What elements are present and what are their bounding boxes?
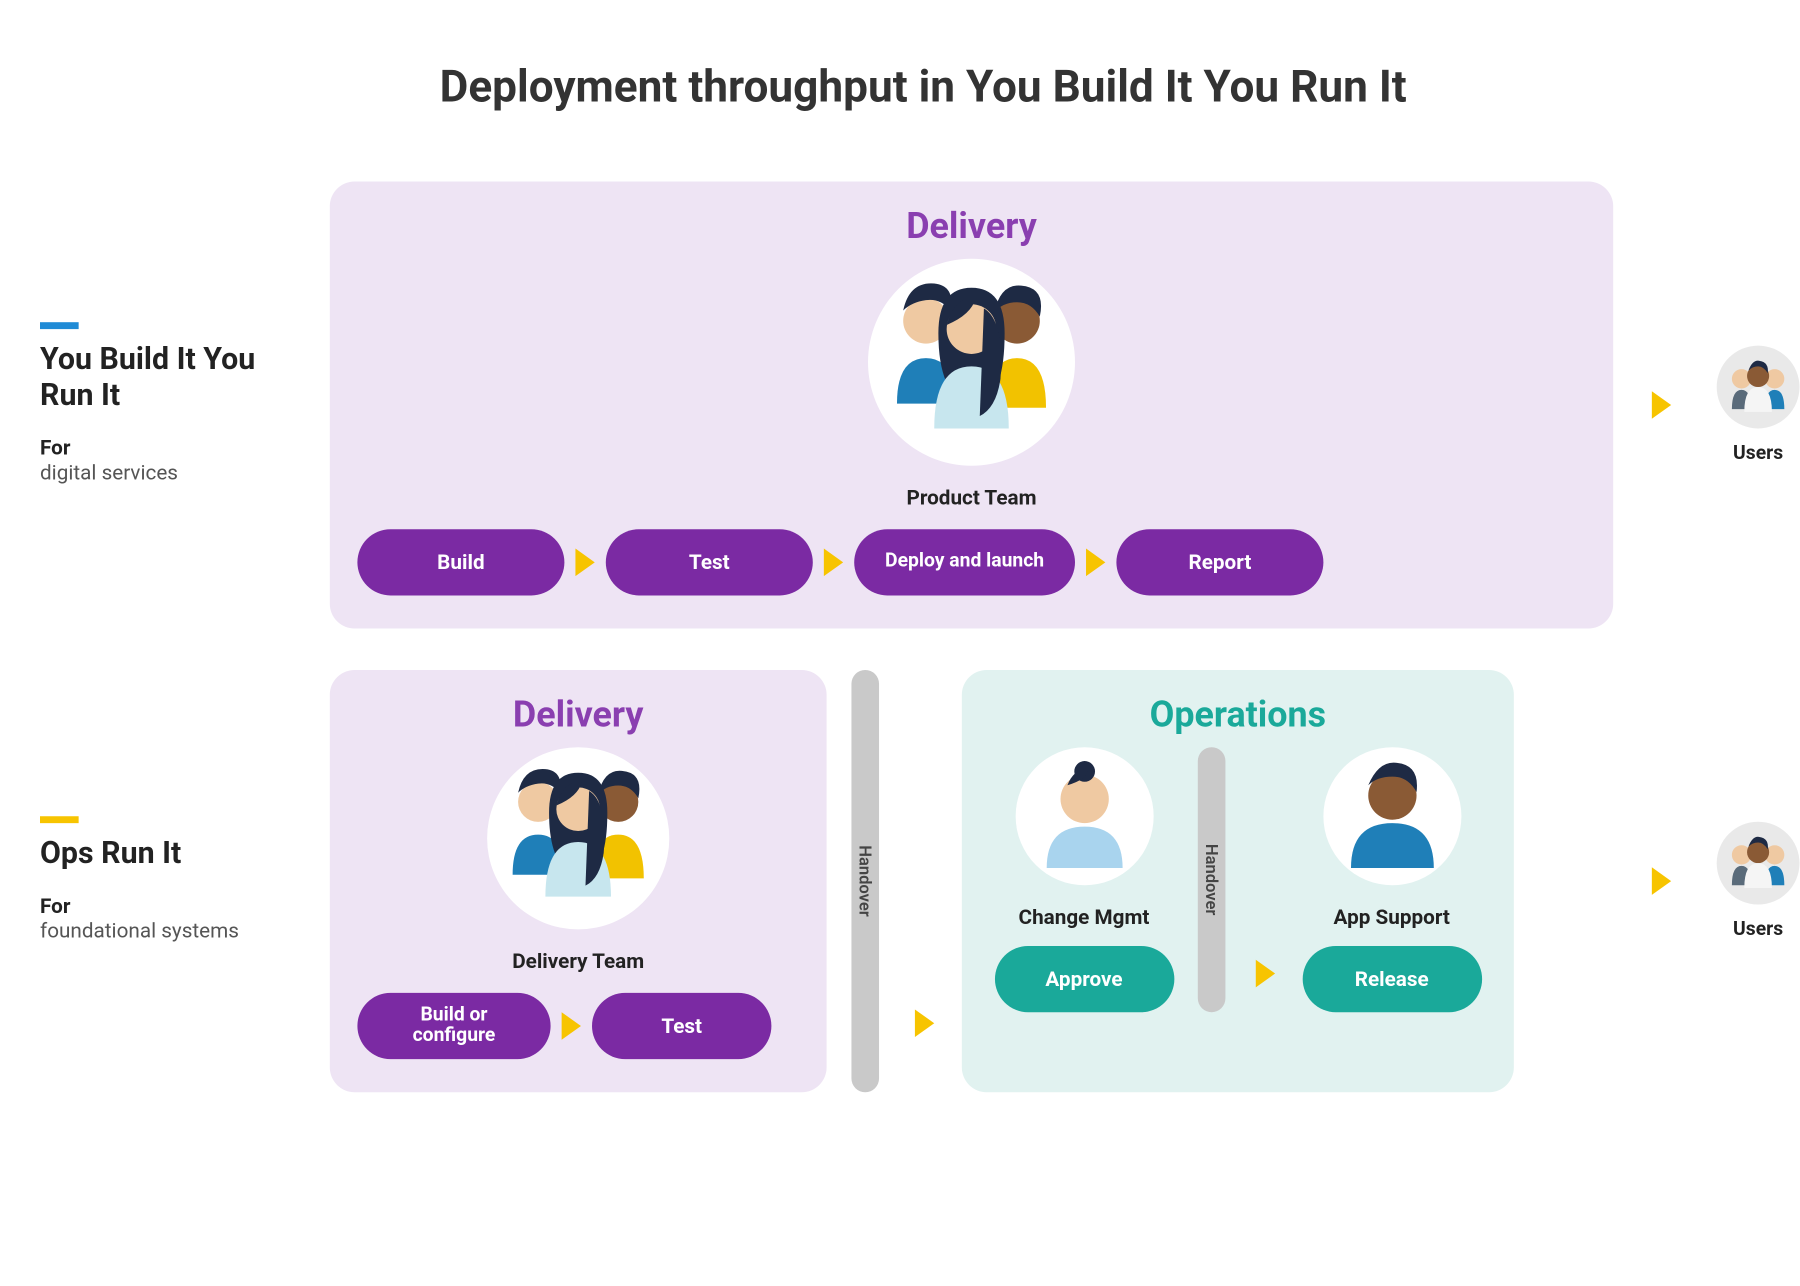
users-avatar-icon [1717,822,1800,905]
handover-bar: Handover [851,670,879,1092]
accent-bar-icon [40,323,79,330]
page-title: Deployment throughput in You Build It Yo… [40,60,1800,112]
step-build-configure: Build or configure [357,993,550,1059]
panel-operations: Operations Change Mgmt Approve [962,670,1514,1092]
step-deploy-launch: Deploy and launch [854,529,1075,595]
change-mgmt-avatar-icon [1015,747,1153,885]
model-name: You Build It You Run It [40,344,302,414]
arrow-icon [1086,549,1105,577]
model-name: Ops Run It [40,837,302,872]
app-support-avatar-icon [1323,747,1461,885]
team-label: Delivery Team [357,949,799,974]
panel-delivery-ybiyri: Delivery Product Team [330,181,1613,628]
step-release: Release [1302,946,1481,1012]
row-ybiyri: You Build It You Run It For digital serv… [40,181,1800,628]
change-mgmt-label: Change Mgmt [989,905,1178,930]
model-label-ybiyri: You Build It You Run It For digital serv… [40,323,302,487]
model-for-label: For [40,894,302,919]
arrow-icon [1256,960,1275,988]
panel-title-delivery: Delivery [357,206,1585,247]
model-for-label: For [40,435,302,460]
step-report: Report [1116,529,1323,595]
arrow-icon [1652,391,1671,419]
steps-row-ybiyri: Build Test Deploy and launch Report [357,529,1585,595]
step-approve: Approve [994,946,1173,1012]
step-test: Test [592,993,771,1059]
app-support-label: App Support [1297,905,1486,930]
handover-label: Handover [856,845,875,917]
handover-label: Handover [1202,844,1221,916]
product-team-avatar-icon [868,259,1075,466]
arrow-icon [824,549,843,577]
step-test: Test [606,529,813,595]
model-for-value: digital services [40,460,302,487]
model-for-value: foundational systems [40,919,302,946]
step-build: Build [357,529,564,595]
arrow-icon [915,1009,934,1037]
delivery-team-avatar-icon [487,747,669,929]
team-label: Product Team [357,485,1585,510]
panel-title-delivery: Delivery [357,695,799,736]
users-opsrunit: Users [1710,822,1800,941]
users-label: Users [1733,442,1783,464]
arrow-icon [1652,867,1671,895]
panel-delivery-opsrunit: Delivery [330,670,827,1092]
panel-title-operations: Operations [989,695,1486,736]
users-avatar-icon [1717,346,1800,429]
model-label-opsrunit: Ops Run It For foundational systems [40,816,302,945]
handover-bar-inner: Handover [1198,747,1226,1012]
users-ybiyri: Users [1710,346,1800,465]
accent-bar-icon [40,816,79,823]
arrow-icon [562,1012,581,1040]
row-opsrunit: Ops Run It For foundational systems Deli… [40,670,1800,1092]
users-label: Users [1733,918,1783,940]
arrow-icon [575,549,594,577]
